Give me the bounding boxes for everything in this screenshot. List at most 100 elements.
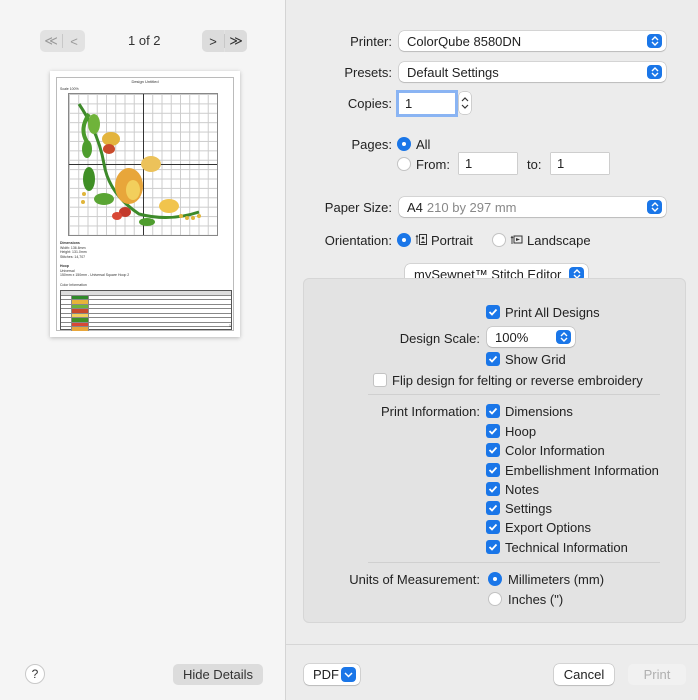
paper-size-popup[interactable]: A4 210 by 297 mm — [399, 197, 666, 217]
design-scale-label: Design Scale: — [399, 331, 480, 346]
units-mm-label: Millimeters (mm) — [508, 572, 605, 587]
units-mm-radio[interactable] — [488, 572, 502, 586]
design-scale-value: 100% — [495, 329, 529, 345]
technical-information-checkbox[interactable] — [486, 540, 500, 554]
export-options-checkbox[interactable] — [486, 520, 500, 534]
flip-design-label: Flip design for felting or reverse embro… — [392, 373, 643, 388]
landscape-radio[interactable] — [492, 233, 506, 247]
color-information-checkbox[interactable] — [486, 443, 500, 457]
units-inches-radio[interactable] — [488, 592, 502, 606]
landscape-label: Landscape — [527, 233, 591, 248]
pdf-menu-button[interactable]: PDF — [304, 664, 360, 685]
embroidery-design-image — [77, 103, 201, 226]
orientation-label: Orientation: — [324, 233, 392, 248]
checkmark-icon — [488, 523, 498, 531]
flip-design-checkbox[interactable] — [373, 373, 387, 387]
presets-label: Presets: — [344, 65, 392, 80]
pages-to-input[interactable]: 1 — [551, 153, 609, 174]
nav-back-group: ≪ < — [40, 30, 85, 52]
notes-label: Notes — [505, 482, 539, 497]
design-scale-popup[interactable]: 100% — [487, 327, 575, 347]
printer-popup[interactable]: ColorQube 8580DN — [399, 31, 666, 51]
nav-forward-group: > ≫ — [202, 30, 247, 52]
embellishment-information-checkbox[interactable] — [486, 463, 500, 477]
checkmark-icon — [488, 407, 498, 415]
pages-from-label: From: — [416, 157, 450, 172]
printer-value: ColorQube 8580DN — [407, 33, 522, 49]
presets-popup[interactable]: Default Settings — [399, 62, 666, 82]
hide-details-button[interactable]: Hide Details — [173, 664, 263, 685]
first-page-button[interactable]: ≪ — [40, 30, 62, 52]
pages-all-label: All — [416, 137, 431, 152]
units-inches-label: Inches (") — [508, 592, 564, 607]
dimensions-checkbox[interactable] — [486, 404, 500, 418]
separator — [368, 394, 660, 395]
previous-page-button[interactable]: < — [63, 30, 85, 52]
checkmark-icon — [488, 308, 498, 316]
page-preview: Design Untitled Scale 100% Dimensions Wi… — [50, 71, 240, 337]
presets-value: Default Settings — [407, 64, 499, 80]
pages-to-label: to: — [527, 157, 542, 172]
print-button[interactable]: Print — [628, 664, 686, 685]
checkmark-icon — [488, 466, 498, 474]
footer-divider — [286, 644, 698, 645]
last-page-button[interactable]: ≫ — [225, 30, 247, 52]
settings-checkbox[interactable] — [486, 501, 500, 515]
print-all-designs-checkbox[interactable] — [486, 305, 500, 319]
show-grid-checkbox[interactable] — [486, 352, 500, 366]
export-options-label: Export Options — [505, 520, 591, 535]
checkmark-icon — [488, 543, 498, 551]
chevron-updown-icon — [647, 65, 662, 79]
preview-design-grid — [68, 93, 218, 236]
units-label: Units of Measurement: — [349, 572, 480, 587]
portrait-radio[interactable] — [397, 233, 411, 247]
copies-label: Copies: — [347, 96, 392, 111]
checkmark-icon — [488, 427, 498, 435]
pages-all-radio[interactable] — [397, 137, 411, 151]
landscape-icon — [510, 233, 523, 246]
separator — [368, 562, 660, 563]
preview-color-heading: Color Information — [60, 283, 87, 287]
checkmark-icon — [488, 485, 498, 493]
pages-range-radio[interactable] — [397, 157, 411, 171]
preview-dimensions: Dimensions Width: 136.6mm Height: 131.0m… — [60, 241, 87, 259]
pdf-label: PDF — [313, 667, 339, 682]
pages-from-input[interactable]: 1 — [459, 153, 517, 174]
checkmark-icon — [488, 504, 498, 512]
technical-information-label: Technical Information — [505, 540, 628, 555]
help-button[interactable]: ? — [25, 664, 45, 684]
chevron-updown-icon — [647, 34, 662, 48]
preview-subtitle: Scale 100% — [60, 87, 79, 91]
notes-checkbox[interactable] — [486, 482, 500, 496]
checkmark-icon — [488, 446, 498, 454]
chevron-down-icon — [341, 667, 356, 682]
embellishment-information-label: Embellishment Information — [505, 463, 659, 478]
copies-input[interactable]: 1 — [399, 93, 455, 114]
show-grid-label: Show Grid — [505, 352, 566, 367]
print-information-label: Print Information: — [381, 404, 480, 419]
next-page-button[interactable]: > — [202, 30, 224, 52]
paper-size-value: A4 — [407, 199, 423, 215]
checkmark-icon — [488, 355, 498, 363]
paper-size-detail: 210 by 297 mm — [426, 199, 517, 215]
hoop-checkbox[interactable] — [486, 424, 500, 438]
preview-pane: ≪ < 1 of 2 > ≫ Design Untitled Scale 100… — [0, 0, 286, 700]
preview-title: Design Untitled — [131, 79, 159, 84]
chevron-updown-icon — [556, 330, 571, 344]
portrait-icon — [415, 233, 428, 246]
preview-color-table — [60, 290, 232, 331]
portrait-label: Portrait — [431, 233, 473, 248]
color-information-label: Color Information — [505, 443, 605, 458]
copies-stepper[interactable] — [459, 92, 471, 114]
preview-hoop: Hoop Universal 150mm x 150mm - Universal… — [60, 264, 130, 277]
settings-label: Settings — [505, 501, 552, 516]
cancel-button[interactable]: Cancel — [554, 664, 614, 685]
chevron-updown-icon — [647, 200, 662, 214]
paper-size-label: Paper Size: — [324, 200, 392, 215]
dimensions-label: Dimensions — [505, 404, 573, 419]
pages-label: Pages: — [351, 137, 392, 152]
hoop-label: Hoop — [505, 424, 537, 439]
preview-page-number: 1 — [229, 324, 231, 328]
printer-label: Printer: — [350, 34, 392, 49]
print-all-designs-label: Print All Designs — [505, 305, 600, 320]
